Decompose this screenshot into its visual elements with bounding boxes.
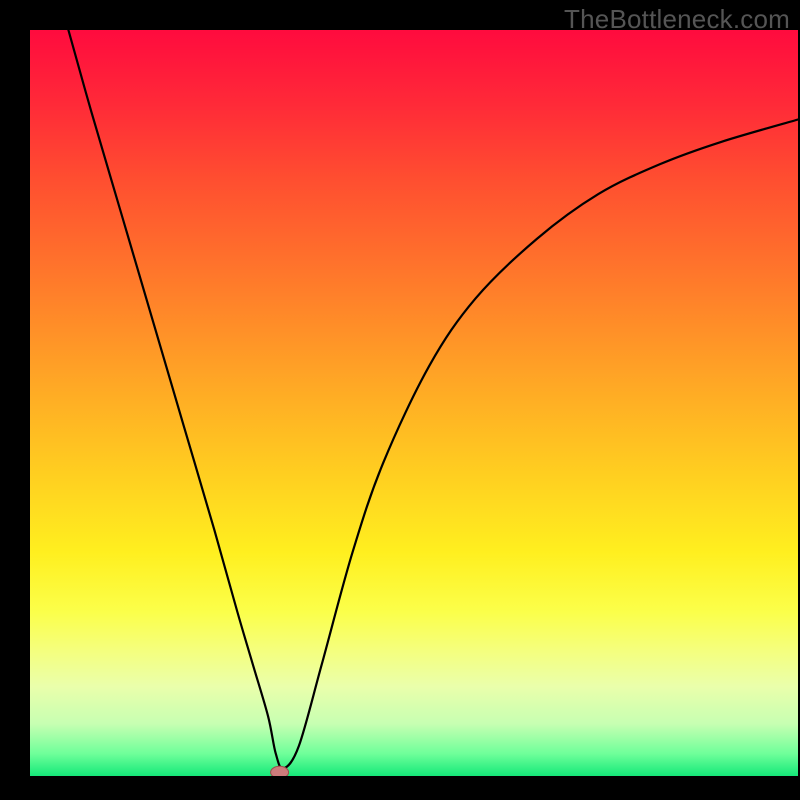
plot-gradient-background bbox=[30, 30, 798, 776]
chart-frame: TheBottleneck.com bbox=[0, 0, 800, 800]
watermark-text: TheBottleneck.com bbox=[564, 4, 790, 35]
bottleneck-chart bbox=[0, 0, 800, 800]
